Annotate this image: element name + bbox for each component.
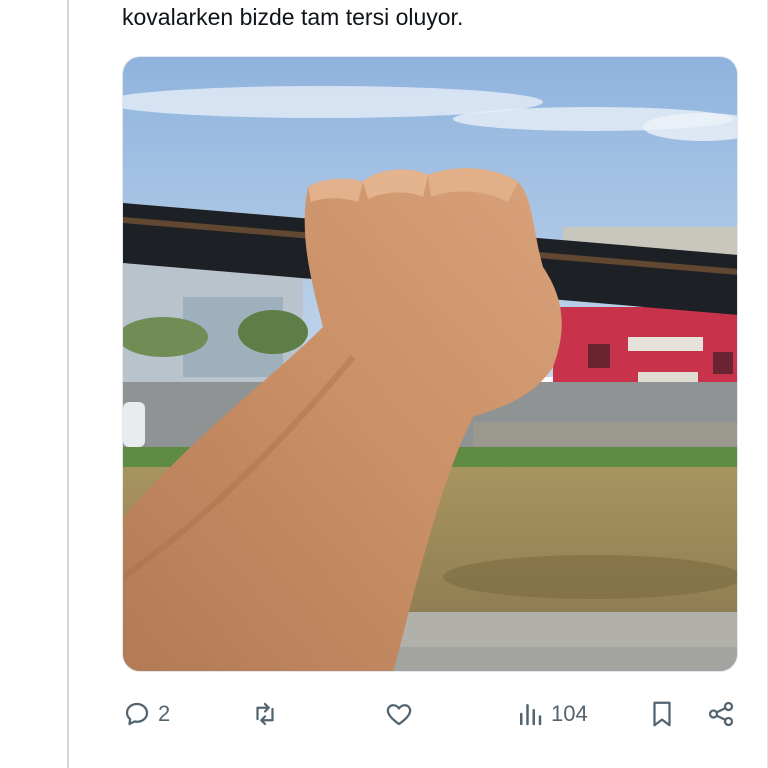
views-count: 104	[551, 701, 588, 726]
tweet-card: kovalarken bizde tam tersi oluyor. 2 104	[0, 0, 768, 768]
share-button[interactable]	[706, 694, 736, 734]
retweet-button[interactable]	[250, 694, 286, 734]
tweet-text: kovalarken bizde tam tersi oluyor.	[122, 4, 464, 30]
views-button[interactable]: 104	[515, 694, 588, 734]
reply-icon	[125, 702, 149, 726]
views-icon	[520, 704, 542, 726]
share-icon	[708, 701, 734, 727]
like-button[interactable]	[384, 694, 420, 734]
heart-icon	[386, 704, 412, 726]
bookmark-button[interactable]	[647, 694, 677, 734]
photo-arm-on-bar	[123, 57, 737, 671]
retweet-icon	[256, 702, 274, 726]
reply-count: 2	[158, 701, 171, 726]
thread-line	[67, 0, 69, 768]
reply-button[interactable]: 2	[122, 694, 170, 734]
tweet-photo[interactable]	[122, 56, 738, 672]
tweet-actions: 2 104	[122, 694, 738, 734]
bookmark-icon	[653, 701, 671, 727]
